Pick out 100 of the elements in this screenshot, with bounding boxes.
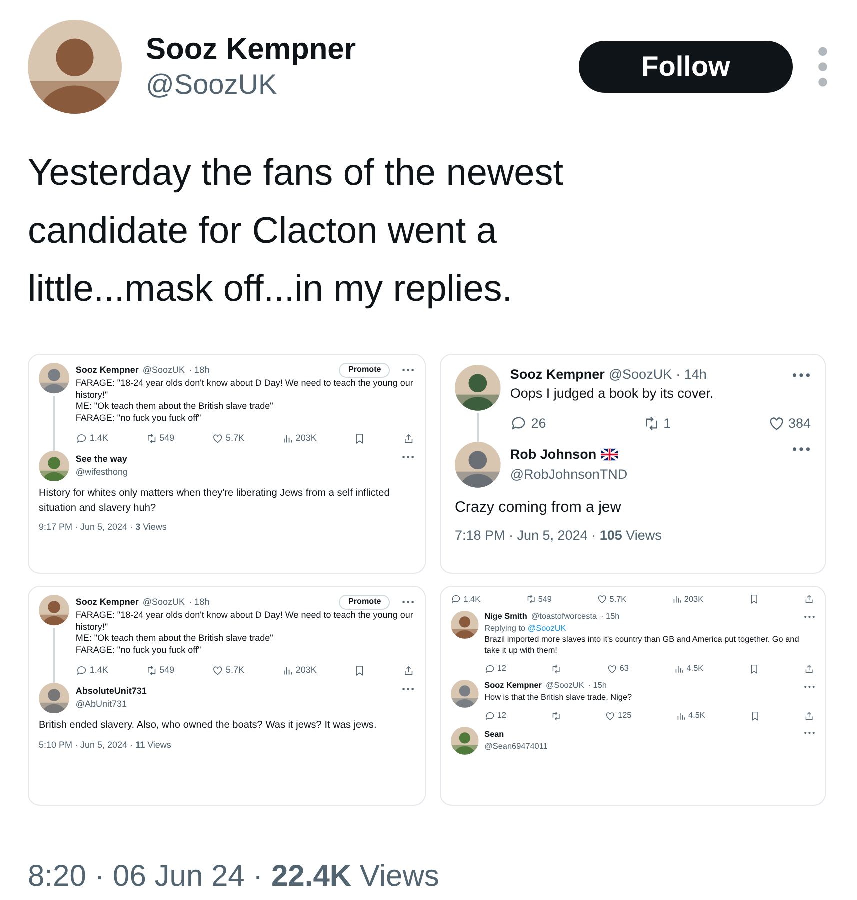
post-text: Oops I judged a book by its cover. [510,385,715,403]
bookmark-icon[interactable] [354,432,366,444]
author-name: Sooz Kempner [484,680,542,692]
bookmark-icon[interactable] [748,664,760,675]
reply-icon[interactable] [451,594,462,606]
author-handle: @SoozUK [146,68,278,102]
author-name: Sooz Kempner [76,364,139,377]
more-icon[interactable] [402,368,415,373]
like-count: 5.7K [226,664,245,677]
tweet-text: Yesterday the fans of the newest candidate for Clacton went a little...mask off...in my replies. [28,151,564,311]
like-count: 5.7K [226,432,245,445]
post-text: Brazil imported more slaves into it's country than GB and America put together. Go and take it up with them! [484,635,800,657]
repost-icon[interactable] [146,664,158,676]
post-time: · 15h [588,680,607,692]
replying-to-text: Replying to @SoozUK [484,623,568,636]
repost-icon[interactable] [551,664,562,675]
author-name: Sooz Kempner [76,596,139,609]
more-icon[interactable] [402,686,415,692]
share-icon[interactable] [403,432,415,444]
post-timestamp: 5:10 PM · Jun 5, 2024 · 11 Views [39,738,172,752]
promote-button[interactable]: Promote [339,363,390,378]
like-count: 125 [618,710,632,722]
repost-count: 549 [160,664,175,677]
bookmark-icon[interactable] [748,594,760,606]
author-name: Rob Johnson [510,446,597,464]
more-icon[interactable] [804,731,815,736]
heart-icon[interactable] [212,664,224,676]
share-icon[interactable] [804,594,815,606]
author-handle: @SoozUK [546,680,584,692]
share-icon[interactable] [804,710,815,722]
reply-count: 12 [497,710,506,722]
author-name: Nige Smith [484,610,528,623]
reply-icon[interactable] [510,414,528,432]
heart-icon[interactable] [768,414,786,432]
bar-chart-icon[interactable] [672,594,682,606]
promote-button[interactable]: Promote [339,595,390,610]
view-count: 203K [296,432,317,445]
author-handle: @AbUnit731 [76,698,128,712]
reply-icon[interactable] [76,432,88,444]
author-handle: @Sean69474011 [484,741,549,754]
bar-chart-icon[interactable] [282,664,294,676]
bookmark-icon[interactable] [354,664,366,676]
bar-chart-icon[interactable] [674,664,685,675]
post-time: · 18h [189,364,210,377]
share-icon[interactable] [403,664,415,676]
view-count: 203K [684,594,704,606]
heart-icon[interactable] [607,664,618,675]
heart-icon[interactable] [212,432,224,444]
more-icon[interactable] [792,446,811,453]
reply-count: 12 [497,663,506,676]
post-text: History for whites only matters when they're liberating Jews from a self inflicted situation and slavery huh? [39,487,391,516]
follow-button[interactable]: Follow [579,41,793,93]
reply-icon[interactable] [484,664,496,675]
repost-icon[interactable] [526,594,536,606]
author-handle: @toastofworcesta [531,610,598,623]
author-handle: @RobJohnsonTND [510,466,629,484]
reply-icon[interactable] [76,664,88,676]
post-text: Crazy coming from a jew [455,498,622,518]
repost-count: 549 [160,432,175,445]
author-handle: @SoozUK [142,596,186,609]
view-count: 4.5K [688,710,706,722]
reply-count: 1.4K [90,432,108,445]
repost-count: 549 [538,594,552,606]
reply-icon[interactable] [484,710,496,722]
author-name: AbsoluteUnit731 [76,684,147,698]
screenshot-card[interactable]: Sooz Kempner @SoozUK · 14h Oops I judged a book by its cover. 26 1 384 Rob Johnson @RobJohnsonTND Crazy coming from a jew 7:18 PM · Jun 5, 2024 · 105 Views [440,354,826,574]
like-count: 5.7K [610,594,627,606]
post-text: FARAGE: "18-24 year olds don't know about D Day! We need to teach the young our history!" ME: "Ok teach them about the British slave trade" FARAGE: "no fuck you fuck off" [76,610,414,657]
author-name: See the way [76,452,128,466]
bar-chart-icon[interactable] [676,710,686,722]
reply-count: 1.4K [90,664,108,677]
heart-icon[interactable] [605,710,616,722]
screenshot-card[interactable] [28,586,426,806]
repost-count: 1 [664,414,672,433]
more-icon[interactable] [804,614,815,619]
reply-count: 1.4K [464,594,481,606]
post-time: · 18h [189,596,210,609]
more-icon[interactable] [792,372,811,378]
reply-count: 26 [531,414,546,433]
repost-icon[interactable] [550,710,562,722]
bookmark-icon[interactable] [750,710,760,722]
share-icon[interactable] [804,664,815,675]
repost-icon[interactable] [146,432,158,444]
author-handle: @wifesthong [76,466,130,480]
heart-icon[interactable] [597,594,608,606]
post-text: How is that the British slave trade, Nige? [484,692,634,704]
author-handle: @SoozUK [608,366,672,384]
more-icon[interactable] [402,454,415,460]
post-text: British ended slavery. Also, who owned the boats? Was it jews? It was jews. [39,719,378,734]
more-icon[interactable] [804,684,815,689]
bar-chart-icon[interactable] [282,432,294,444]
author-name: Sooz Kempner [146,32,358,68]
post-time: · 15h [601,610,620,623]
author-name: Sean [484,728,504,741]
more-icon[interactable] [402,600,415,605]
like-count: 63 [620,663,629,676]
post-time: · 14h [676,366,707,384]
screenshot-card[interactable] [28,354,426,574]
author-handle: @SoozUK [142,364,186,377]
screenshot-card[interactable] [440,586,826,806]
